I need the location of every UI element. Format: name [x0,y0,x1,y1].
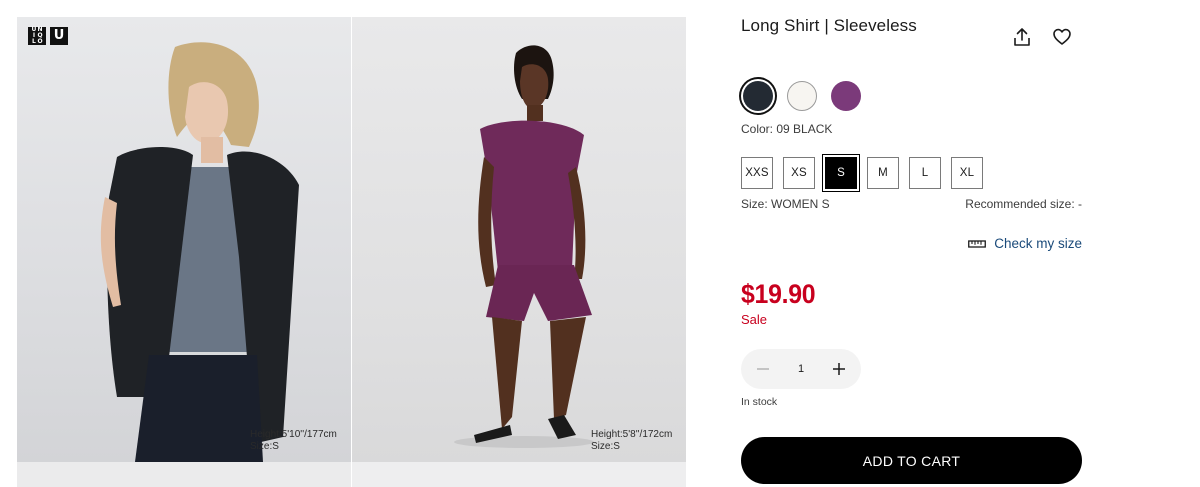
share-icon [1014,28,1030,46]
quantity-stepper: 1 [741,349,861,389]
wishlist-button[interactable] [1051,26,1073,48]
product-photo-black[interactable]: Height:5'10''/177cm Size:S U N I Q L O U [17,17,351,462]
brand-logos: U N I Q L O U [28,27,68,45]
selected-size-label: Size: WOMEN S [741,197,830,211]
recommended-size: Recommended size: - [965,197,1082,211]
size-option-s[interactable]: S [825,157,857,189]
model-info: Height:5'8''/172cm Size:S [591,429,672,453]
heart-icon [1053,28,1071,45]
color-swatch-black[interactable] [741,79,775,113]
product-title: Long Shirt | Sleeveless [741,16,917,35]
sale-badge: Sale [741,312,768,327]
stock-status: In stock [741,396,778,408]
check-my-size-label: Check my size [994,236,1082,251]
size-option-xl[interactable]: XL [951,157,983,189]
size-option-xxs[interactable]: XXS [741,157,773,189]
model-illustration-black [100,42,299,462]
size-selector: XXS XS S M L XL [741,157,983,189]
share-button[interactable] [1011,26,1033,48]
color-swatch-off-white[interactable] [785,79,819,113]
product-price: $19.90 [741,279,816,309]
plus-icon [833,363,845,375]
model-height: Height:5'10''/177cm [250,429,337,440]
size-option-m[interactable]: M [867,157,899,189]
increase-quantity-button[interactable] [827,357,851,381]
size-option-xs[interactable]: XS [783,157,815,189]
gallery-next-row-image[interactable] [17,462,351,487]
product-gallery: Height:5'10''/177cm Size:S U N I Q L O U [17,17,686,487]
ruler-icon [968,239,987,248]
gallery-next-row-image[interactable] [352,462,686,487]
color-swatch-purple[interactable] [829,79,863,113]
model-size: Size:S [250,441,279,452]
model-info: Height:5'10''/177cm Size:S [250,429,337,453]
decrease-quantity-button[interactable] [751,357,775,381]
color-swatches [741,79,863,113]
swatch-fill [831,81,861,111]
size-option-l[interactable]: L [909,157,941,189]
check-my-size-link[interactable]: Check my size [968,236,1082,251]
swatch-fill [743,81,773,111]
uniqlo-logo: U N I Q L O [28,27,46,45]
minus-icon [757,368,769,370]
model-size: Size:S [591,441,620,452]
product-photo-purple[interactable]: Height:5'8''/172cm Size:S [352,17,686,462]
selected-color-label: Color: 09 BLACK [741,122,833,136]
quantity-value[interactable]: 1 [786,363,816,375]
model-illustration-purple [454,45,594,448]
product-details: Long Shirt | Sleeveless Color: 09 BLACK … [741,0,1086,487]
uniqlo-u-logo: U [50,27,68,45]
model-height: Height:5'8''/172cm [591,429,673,440]
swatch-fill [787,81,817,111]
add-to-cart-button[interactable]: ADD TO CART [741,437,1082,484]
